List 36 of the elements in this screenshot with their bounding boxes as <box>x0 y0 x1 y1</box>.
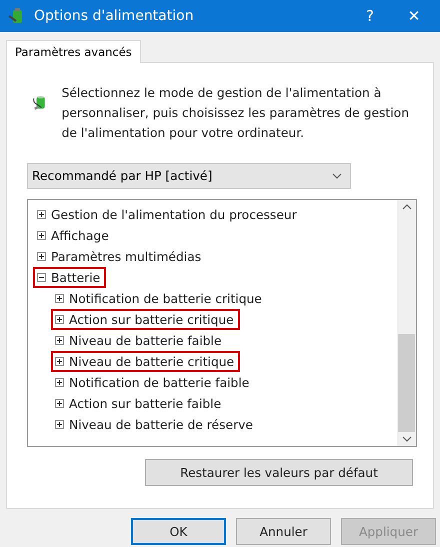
collapse-icon[interactable] <box>37 273 46 282</box>
expand-icon[interactable] <box>55 420 64 429</box>
tree-item[interactable]: Paramètres multimédias <box>33 246 208 267</box>
chevron-up-icon[interactable] <box>402 204 412 210</box>
dialog-button[interactable]: Annuler <box>236 518 331 545</box>
expand-icon[interactable] <box>37 210 46 219</box>
chevron-down-icon <box>332 173 342 179</box>
description-text: Sélectionnez le mode de gestion de l'alimentation à personnaliser, puis choisissez les paramètres de gestion de l'alimentation pour votre ordinateur. <box>62 85 410 142</box>
scrollbar[interactable] <box>397 200 416 446</box>
plan-dropdown[interactable]: Recommandé par HP [activé] <box>27 163 351 189</box>
tree-item[interactable]: Action sur batterie faible <box>51 393 228 414</box>
chevron-down-icon[interactable] <box>402 436 412 442</box>
expand-icon[interactable] <box>37 231 46 240</box>
restore-defaults-button[interactable]: Restaurer les valeurs par défaut <box>145 459 413 486</box>
tab[interactable]: Paramètres avancés <box>6 40 141 63</box>
dialog-button[interactable]: OK <box>131 518 226 545</box>
expand-icon[interactable] <box>55 336 64 345</box>
tree-item[interactable]: Affichage <box>33 225 115 246</box>
expand-icon[interactable] <box>37 252 46 261</box>
tree-item[interactable]: Niveau de batterie faible <box>51 330 228 351</box>
scrollbar-thumb[interactable] <box>398 334 415 432</box>
tree-item[interactable]: Notification de batterie faible <box>51 372 256 393</box>
window-title: Options d'alimentation <box>34 8 195 24</box>
tree-item[interactable]: Action sur batterie critique <box>51 309 240 330</box>
tree-item[interactable]: Niveau de batterie critique <box>51 351 240 372</box>
help-button[interactable]: ? <box>352 6 388 26</box>
tree-item[interactable]: Gestion de l'alimentation du processeur <box>33 204 303 225</box>
close-button[interactable]: ✕ <box>396 6 432 26</box>
tree-item[interactable]: Batterie <box>33 267 106 288</box>
expand-icon[interactable] <box>55 315 64 324</box>
tree-item[interactable]: Niveau de batterie de réserve <box>51 414 259 435</box>
tree-item[interactable]: Notification de batterie critique <box>51 288 268 309</box>
expand-icon[interactable] <box>55 399 64 408</box>
expand-icon[interactable] <box>55 378 64 387</box>
expand-icon[interactable] <box>55 357 64 366</box>
expand-icon[interactable] <box>55 294 64 303</box>
